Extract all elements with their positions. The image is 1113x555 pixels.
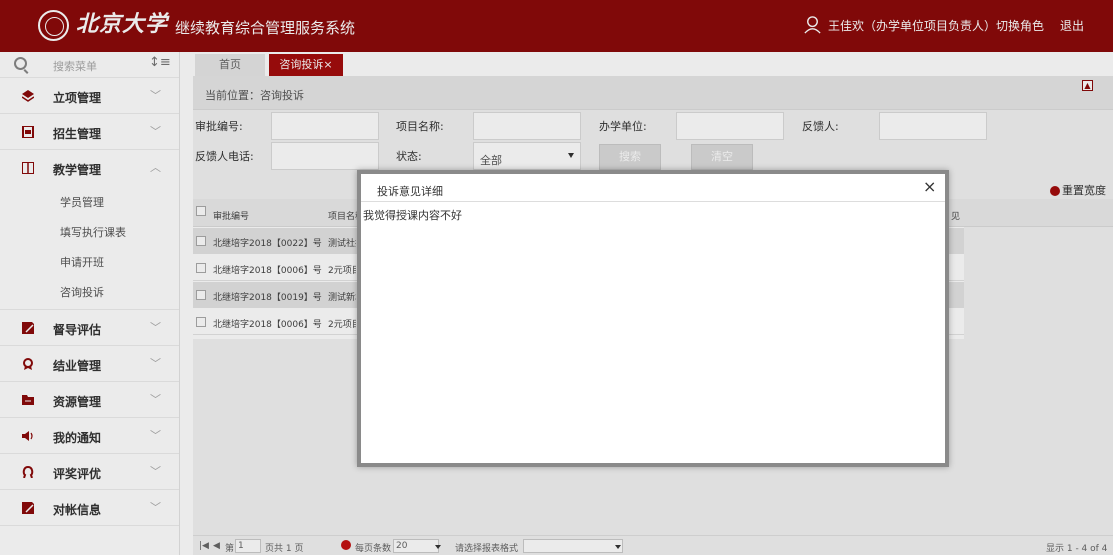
close-icon[interactable]: × xyxy=(923,177,936,197)
complaint-detail-dialog: 投诉意见详细 × 我觉得授课内容不好 xyxy=(357,170,949,467)
dialog-header: 投诉意见详细 × xyxy=(361,174,945,202)
complaint-content: 我觉得授课内容不好 xyxy=(363,209,462,222)
dialog-title: 投诉意见详细 xyxy=(377,185,443,198)
dialog-body: 我觉得授课内容不好 xyxy=(361,202,945,463)
